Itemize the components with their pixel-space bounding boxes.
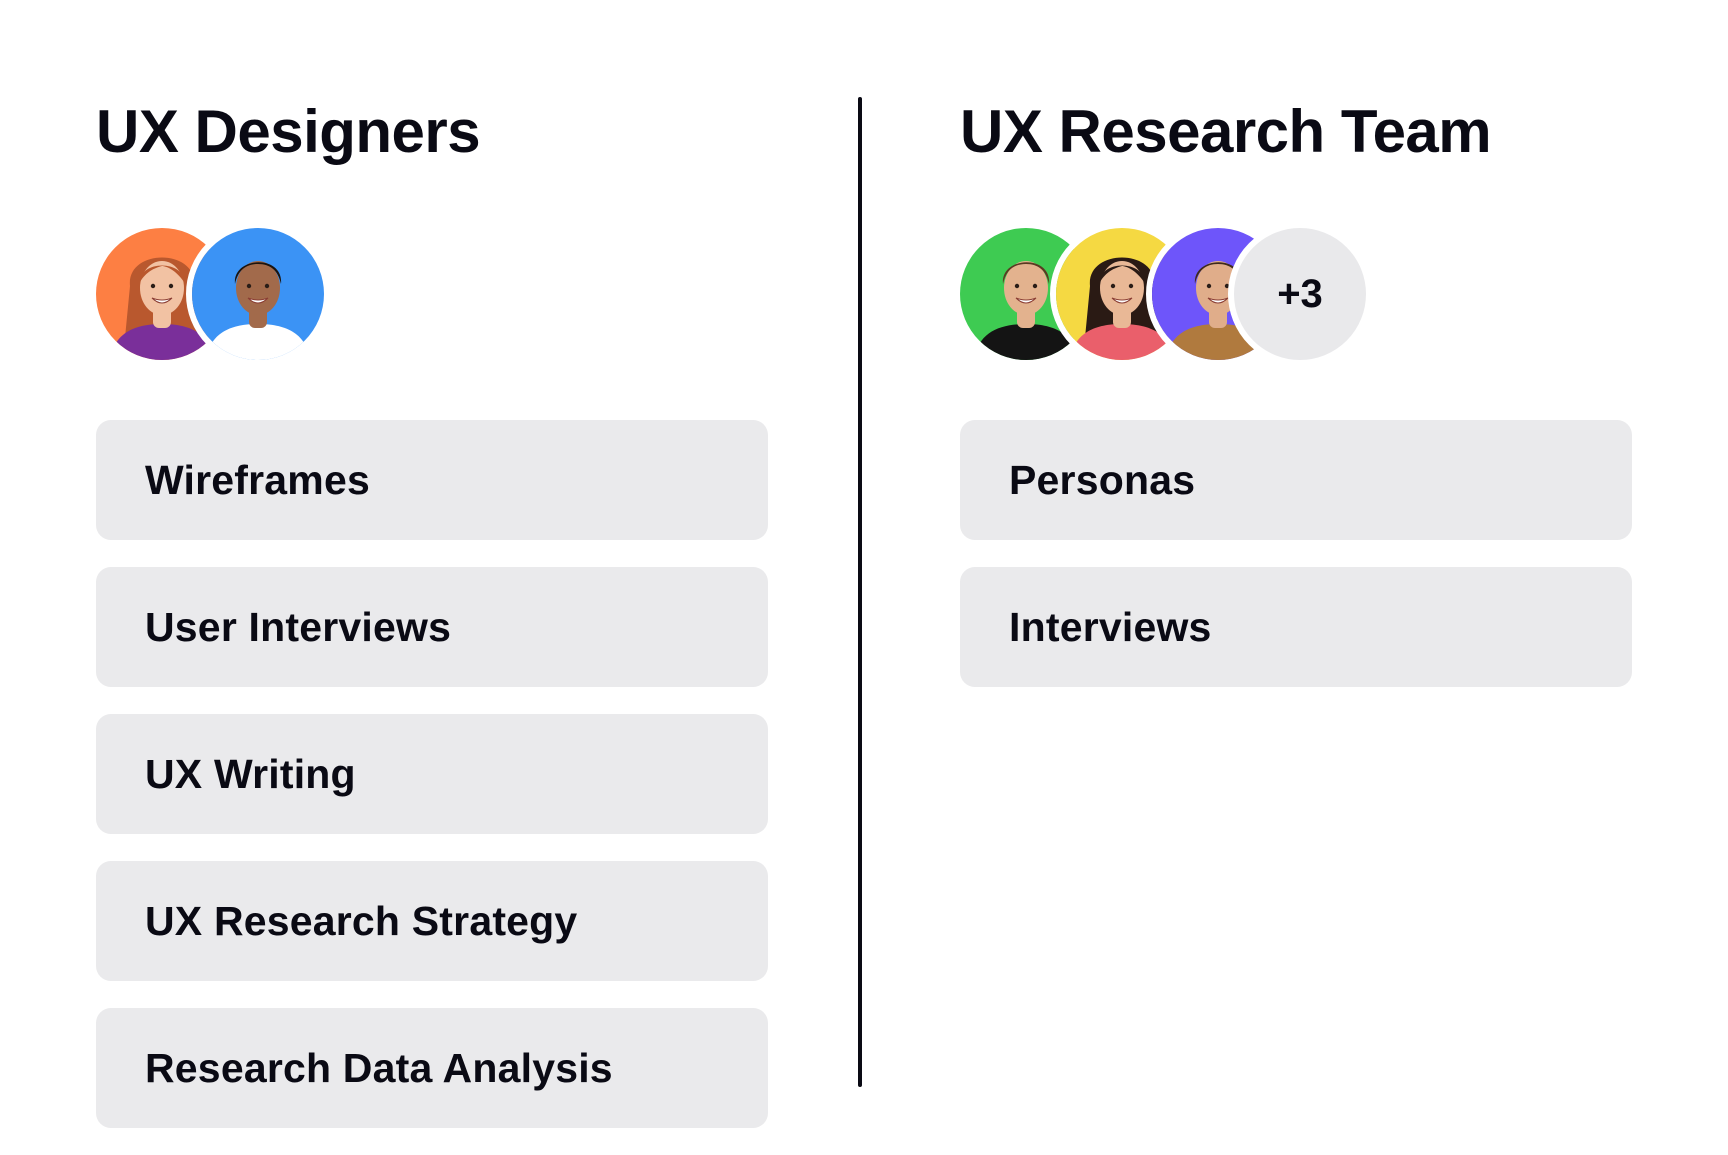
topic-card-ux-research-strategy[interactable]: UX Research Strategy (96, 861, 768, 981)
avatar-group: +3 (954, 222, 1372, 366)
avatar-group (90, 222, 330, 366)
topic-list: Personas Interviews (960, 420, 1632, 714)
team-title: UX Research Team (960, 98, 1492, 165)
topic-card-ux-writing[interactable]: UX Writing (96, 714, 768, 834)
topic-card-personas[interactable]: Personas (960, 420, 1632, 540)
topic-label: User Interviews (145, 603, 452, 650)
topic-card-user-interviews[interactable]: User Interviews (96, 567, 768, 687)
team-title: UX Designers (96, 98, 481, 165)
team-column-ux-research-team: UX Research Team +3 Personas Interviews (954, 0, 1632, 1080)
topic-label: UX Writing (145, 750, 356, 797)
person-portrait-icon (192, 228, 324, 360)
topic-label: UX Research Strategy (145, 897, 578, 944)
topic-card-research-data-analysis[interactable]: Research Data Analysis (96, 1008, 768, 1128)
topic-list: Wireframes User Interviews UX Writing UX… (96, 420, 768, 1155)
topic-label: Personas (1009, 456, 1196, 503)
avatar[interactable] (186, 222, 330, 366)
topic-label: Interviews (1009, 603, 1212, 650)
topic-label: Research Data Analysis (145, 1044, 613, 1091)
topic-card-wireframes[interactable]: Wireframes (96, 420, 768, 540)
topic-card-interviews[interactable]: Interviews (960, 567, 1632, 687)
column-divider (858, 97, 862, 1087)
more-members-badge[interactable]: +3 (1228, 222, 1372, 366)
team-column-ux-designers: UX Designers Wireframes User Interviews … (90, 0, 768, 1128)
topic-label: Wireframes (145, 456, 370, 503)
